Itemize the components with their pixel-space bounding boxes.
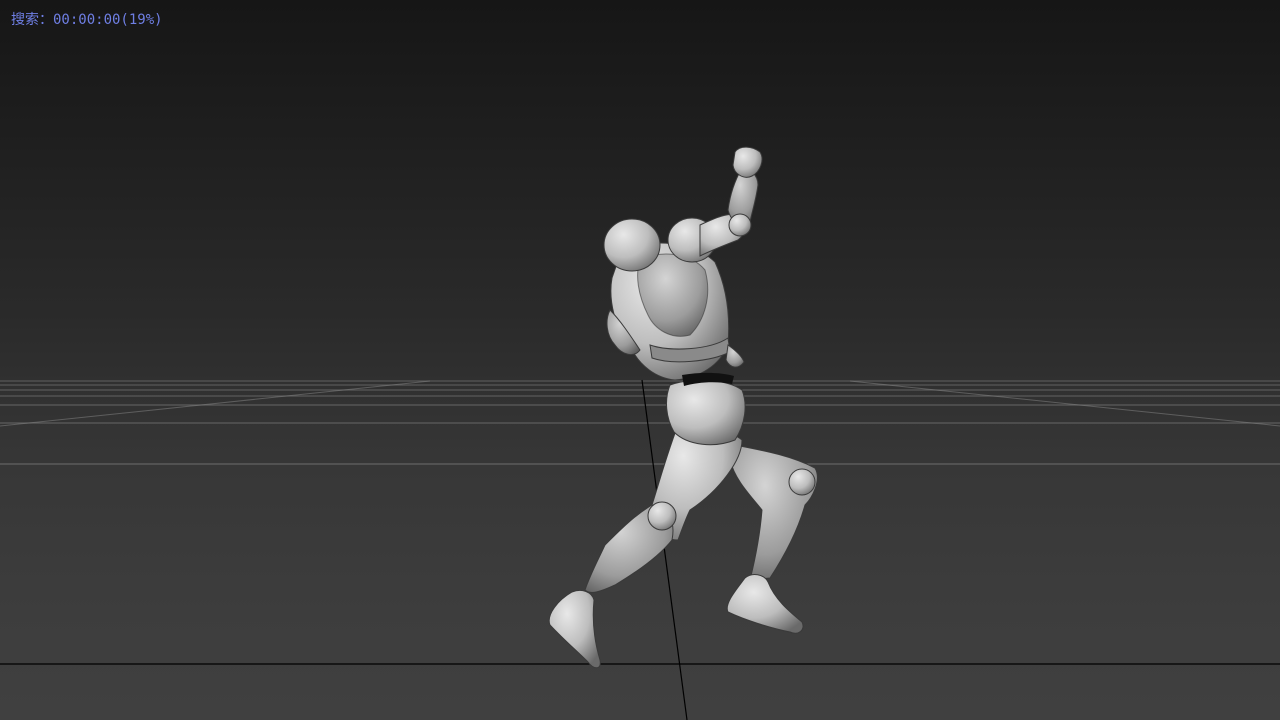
character-model[interactable] [548,146,818,669]
status-readout: 搜索：00:00:00(19%) [11,12,163,28]
viewport-scene[interactable] [0,0,1280,720]
3d-viewport[interactable]: 搜索：00:00:00(19%) [0,0,1280,720]
ground-grid [0,380,1280,465]
